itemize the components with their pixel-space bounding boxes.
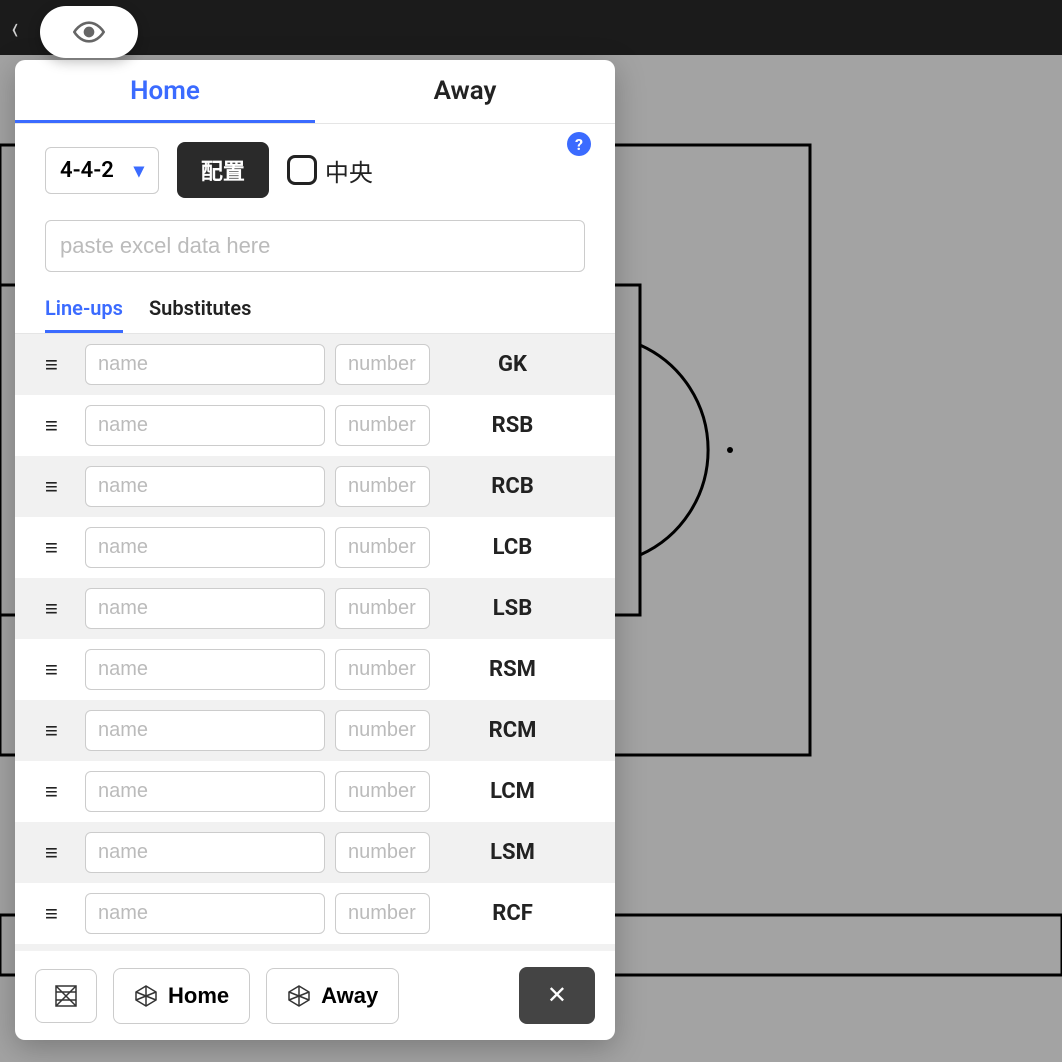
center-label: 中央 [325, 153, 373, 188]
player-name-input[interactable] [85, 527, 325, 568]
grid-icon [54, 984, 78, 1008]
player-name-input[interactable] [85, 832, 325, 873]
player-number-input[interactable] [335, 527, 430, 568]
position-label: LSM [440, 840, 585, 865]
eye-icon [73, 16, 105, 48]
help-icon[interactable]: ? [567, 132, 591, 156]
pitch-style-button[interactable] [35, 969, 97, 1023]
tab-home[interactable]: Home [15, 60, 315, 123]
player-number-input[interactable] [335, 588, 430, 629]
player-row: ≡ RCF [45, 883, 585, 944]
player-name-input[interactable] [85, 649, 325, 690]
controls-row: 4-4-2 ▾ 配置 中央 ? [15, 124, 615, 208]
player-number-input[interactable] [335, 649, 430, 690]
position-label: RSB [440, 413, 585, 438]
close-icon: ✕ [547, 982, 567, 1009]
poly-icon [134, 984, 158, 1008]
player-name-input[interactable] [85, 588, 325, 629]
drag-handle-icon[interactable]: ≡ [45, 535, 75, 561]
drag-handle-icon[interactable]: ≡ [45, 901, 75, 927]
position-label: LCM [440, 779, 585, 804]
player-row: ≡ LSM [15, 822, 615, 883]
player-row: ≡ RCB [15, 456, 615, 517]
back-icon[interactable]: ‹ [11, 9, 18, 47]
checkbox-icon [287, 155, 317, 185]
position-label: RCF [440, 901, 585, 926]
top-header: ‹ 1 [0, 0, 1062, 55]
player-number-input[interactable] [335, 832, 430, 873]
chevron-down-icon: ▾ [134, 158, 144, 182]
tab-away[interactable]: Away [315, 60, 615, 123]
drag-handle-icon[interactable]: ≡ [45, 596, 75, 622]
player-row: ≡ LSB [15, 578, 615, 639]
drag-handle-icon[interactable]: ≡ [45, 657, 75, 683]
player-name-input[interactable] [85, 344, 325, 385]
drag-handle-icon[interactable]: ≡ [45, 718, 75, 744]
drag-handle-icon[interactable]: ≡ [45, 779, 75, 805]
drag-handle-icon[interactable]: ≡ [45, 352, 75, 378]
player-name-input[interactable] [85, 771, 325, 812]
bottom-actions: Home Away ✕ [15, 950, 615, 1040]
player-name-input[interactable] [85, 710, 325, 751]
formation-value: 4-4-2 [60, 158, 114, 183]
player-number-input[interactable] [335, 344, 430, 385]
home-style-button[interactable]: Home [113, 968, 250, 1024]
player-row: ≡ LCM [45, 761, 585, 822]
player-number-input[interactable] [335, 893, 430, 934]
paste-input[interactable] [45, 220, 585, 272]
position-label: GK [440, 352, 585, 377]
deploy-button[interactable]: 配置 [177, 142, 269, 198]
away-style-label: Away [321, 983, 378, 1009]
position-label: LCB [440, 535, 585, 560]
position-label: RCM [440, 718, 585, 743]
player-row: ≡ RSM [45, 639, 585, 700]
player-number-input[interactable] [335, 771, 430, 812]
sub-tabs: Line-ups Substitutes [15, 288, 615, 334]
sub-tab-substitutes[interactable]: Substitutes [149, 288, 251, 333]
player-number-input[interactable] [335, 710, 430, 751]
drag-handle-icon[interactable]: ≡ [45, 413, 75, 439]
view-toggle-button[interactable] [40, 6, 138, 58]
sub-tab-lineups[interactable]: Line-ups [45, 288, 123, 333]
player-rows: ≡GK≡RSB≡RCB≡LCB≡LSB≡RSM≡RCM≡LCM≡LSM≡RCF≡… [15, 334, 615, 950]
player-name-input[interactable] [85, 466, 325, 507]
player-number-input[interactable] [335, 466, 430, 507]
away-style-button[interactable]: Away [266, 968, 399, 1024]
position-label: RSM [440, 657, 585, 682]
position-label: LSB [440, 596, 585, 621]
drag-handle-icon[interactable]: ≡ [45, 474, 75, 500]
position-label: RCB [440, 474, 585, 499]
poly-icon [287, 984, 311, 1008]
player-row: ≡ LCB [45, 517, 585, 578]
lineup-panel: Home Away 4-4-2 ▾ 配置 中央 ? Line-ups Subst… [15, 60, 615, 1040]
player-name-input[interactable] [85, 893, 325, 934]
center-checkbox[interactable]: 中央 [287, 153, 373, 188]
close-button[interactable]: ✕ [519, 967, 595, 1024]
drag-handle-icon[interactable]: ≡ [45, 840, 75, 866]
paste-data-box [45, 220, 585, 272]
home-style-label: Home [168, 983, 229, 1009]
player-row: ≡ RSB [45, 395, 585, 456]
player-number-input[interactable] [335, 405, 430, 446]
player-row: ≡ RCM [15, 700, 615, 761]
player-row: ≡ GK [15, 334, 615, 395]
formation-select[interactable]: 4-4-2 ▾ [45, 147, 159, 194]
player-name-input[interactable] [85, 405, 325, 446]
top-tabs: Home Away [15, 60, 615, 124]
